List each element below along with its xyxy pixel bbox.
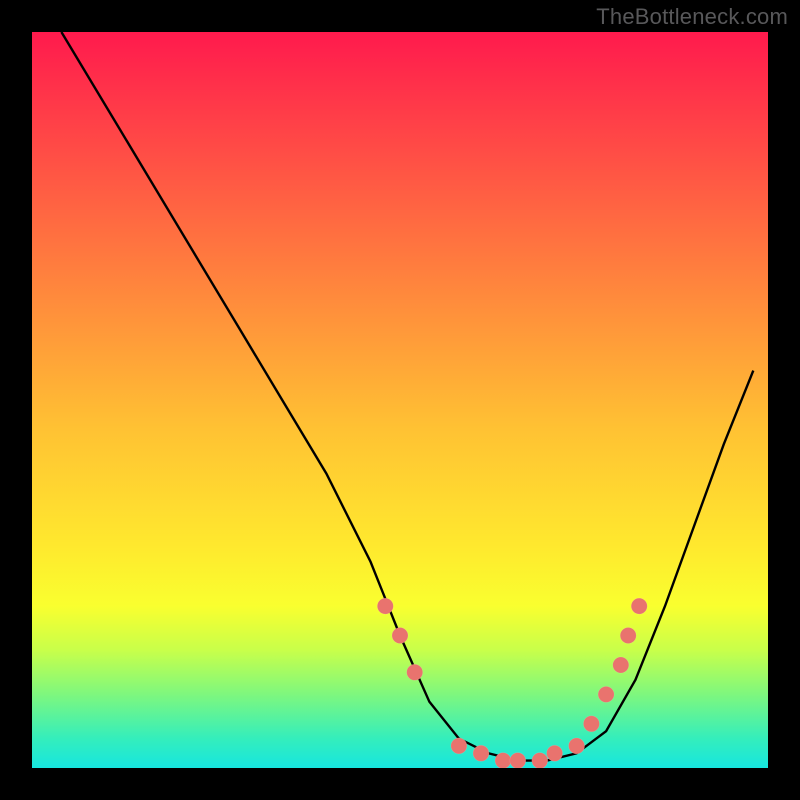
chart-container: TheBottleneck.com [0,0,800,800]
chart-svg [32,32,768,768]
marker-dot [598,686,614,702]
marker-dot [583,716,599,732]
watermark-text: TheBottleneck.com [596,4,788,30]
marker-dot [451,738,467,754]
marker-dot [495,753,511,768]
marker-dot [532,753,548,768]
marker-dot [377,598,393,614]
marker-dot [569,738,585,754]
marker-dot [392,628,408,644]
marker-dot [547,745,563,761]
marker-dot [473,745,489,761]
plot-area [32,32,768,768]
bottleneck-curve [61,32,753,761]
marker-dot [407,664,423,680]
marker-dot [613,657,629,673]
marker-dots [377,598,647,768]
marker-dot [510,753,526,768]
marker-dot [631,598,647,614]
marker-dot [620,628,636,644]
